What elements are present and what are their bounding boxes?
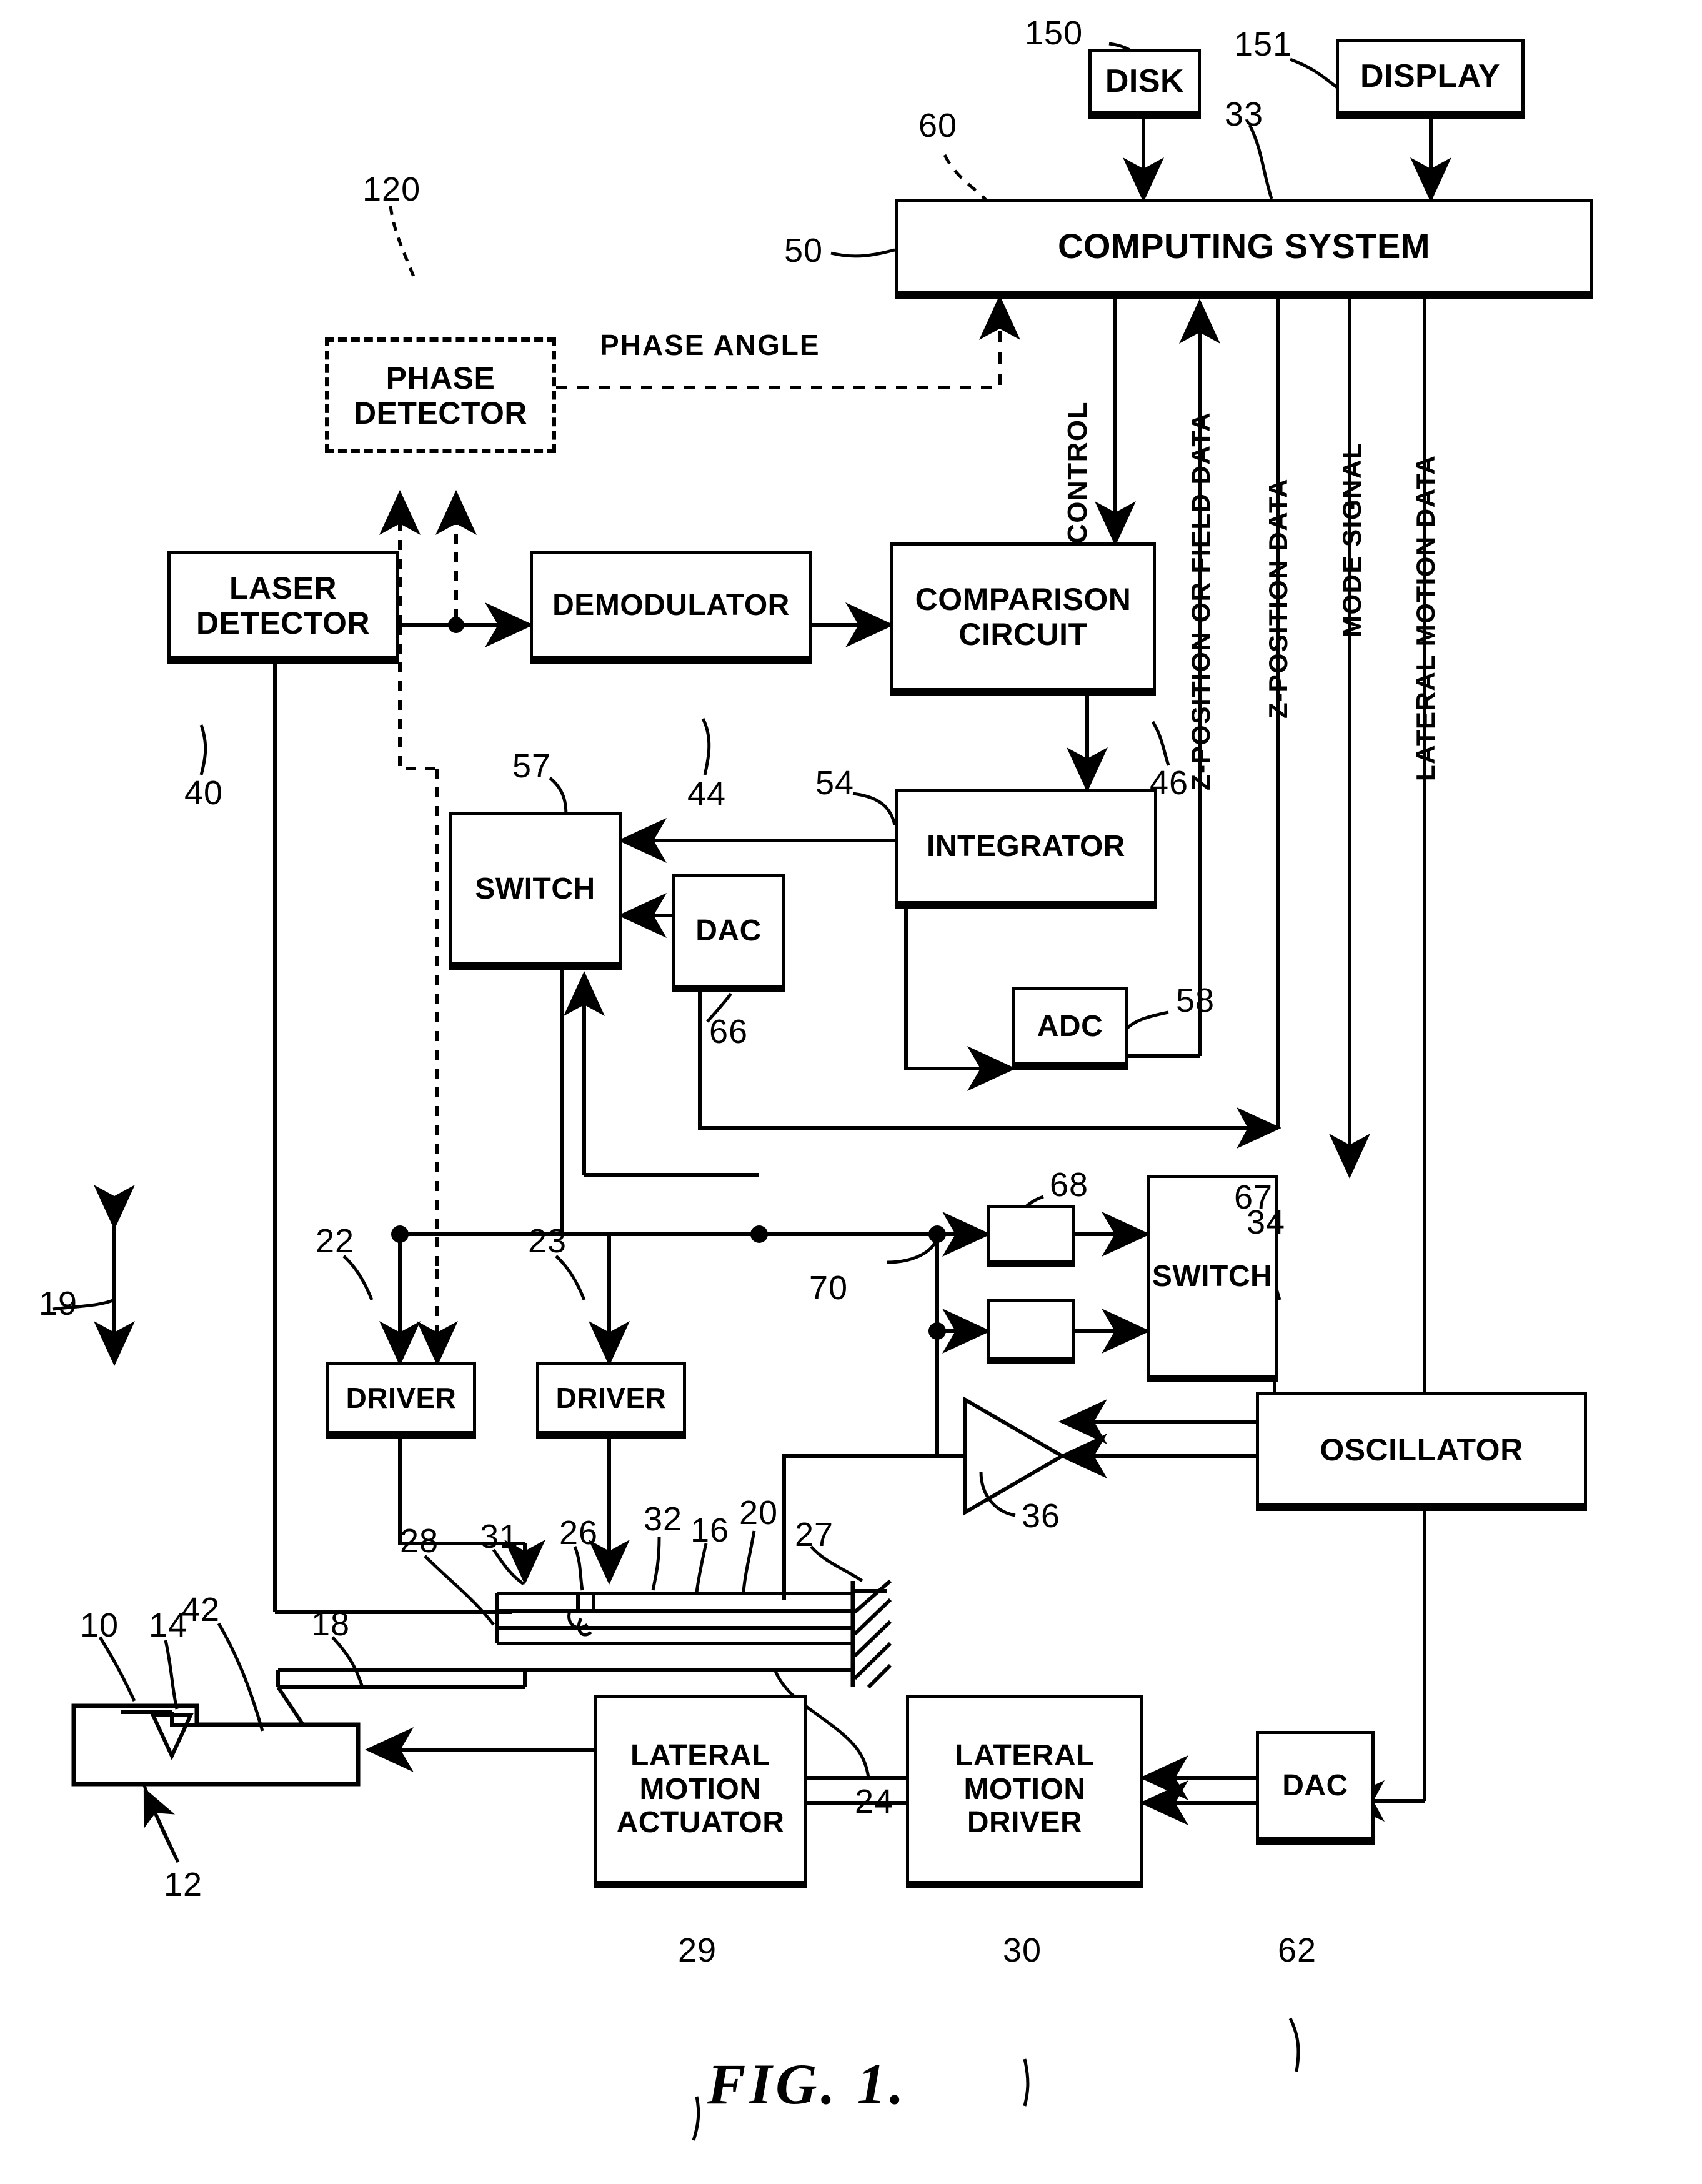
ref-18: 18 [311,1605,351,1643]
ref-68: 68 [1050,1166,1089,1204]
ref-29: 29 [678,1932,717,1969]
block-driver-23: DRIVER [536,1362,686,1439]
ref-22: 22 [316,1222,355,1260]
ref-57: 57 [512,747,552,785]
ref-12: 12 [164,1866,203,1903]
ref-46: 46 [1150,764,1189,802]
block-comparison-circuit: COMPARISON CIRCUIT [890,542,1156,696]
block-adc-58: ADC [1012,987,1128,1070]
block-lateral-motion-driver: LATERAL MOTION DRIVER [906,1695,1143,1888]
label-phase-angle: PHASE ANGLE [600,329,820,361]
block-laser-detector-line2: DETECTOR [196,605,371,641]
block-lma-line2: MOTION [639,1772,762,1806]
block-oscillator-label: OSCILLATOR [1320,1432,1523,1467]
block-68 [987,1205,1075,1267]
block-demodulator-label: DEMODULATOR [552,588,790,622]
figure-caption: FIG. 1. [707,2052,908,2116]
block-phase-detector-line2: DETECTOR [353,395,528,431]
block-dac-66-label: DAC [695,914,762,947]
ref-150: 150 [1025,14,1083,52]
block-lmd-line3: DRIVER [967,1806,1083,1840]
ref-58: 58 [1176,982,1215,1019]
ref-20: 20 [739,1494,779,1532]
block-laser-detector-line1: LASER [229,570,337,606]
ref-62: 62 [1278,1932,1317,1969]
ref-27: 27 [795,1516,834,1553]
block-disk-label: DISK [1105,63,1185,100]
label-control: CONTROL [1062,401,1093,544]
ref-54: 54 [815,764,855,802]
block-phase-detector-line1: PHASE [386,360,495,396]
ref-36: 36 [1022,1497,1061,1535]
wiring-diagram [52,42,1451,2141]
block-adc-58-label: ADC [1037,1009,1103,1043]
label-lateral-motion-data: LATERAL MOTION DATA [1411,454,1440,781]
block-driver-22: DRIVER [326,1362,476,1439]
ref-16: 16 [690,1512,730,1549]
ref-24: 24 [855,1783,894,1820]
ref-151: 151 [1234,26,1293,63]
block-switch-57-label: SWITCH [475,872,595,905]
block-70 [987,1299,1075,1364]
block-disk: DISK [1088,49,1201,119]
block-demodulator: DEMODULATOR [530,551,812,664]
block-dac-66: DAC [672,874,785,992]
ref-60: 60 [918,107,958,144]
block-integrator-label: INTEGRATOR [927,829,1125,863]
ref-31: 31 [480,1518,519,1555]
ref-66: 66 [709,1013,749,1050]
block-lmd-line2: MOTION [963,1772,1086,1806]
ref-70: 70 [809,1269,849,1307]
ref-26: 26 [559,1514,599,1552]
block-lmd-line1: LATERAL [955,1738,1095,1772]
block-computing-system-label: COMPUTING SYSTEM [1057,226,1431,266]
block-display-label: DISPLAY [1360,58,1501,95]
block-dac-62-label: DAC [1282,1768,1348,1802]
block-driver-23-label: DRIVER [555,1381,667,1414]
block-laser-detector: LASER DETECTOR [167,551,399,664]
block-switch-67-label: SWITCH [1152,1259,1273,1293]
block-integrator: INTEGRATOR [895,789,1157,909]
block-driver-22-label: DRIVER [346,1381,457,1414]
ref-40: 40 [184,774,224,812]
block-comparison-circuit-line2: CIRCUIT [958,617,1088,652]
ref-10: 10 [80,1607,119,1644]
label-mode-signal: MODE SIGNAL [1337,442,1366,637]
ref-120: 120 [362,171,421,208]
ref-28: 28 [400,1522,439,1560]
block-oscillator: OSCILLATOR [1256,1392,1587,1511]
block-switch-57: SWITCH [449,812,622,970]
block-display: DISPLAY [1336,39,1525,119]
block-lma-line1: LATERAL [630,1738,770,1772]
block-lateral-motion-actuator: LATERAL MOTION ACTUATOR [594,1695,807,1888]
block-lma-line3: ACTUATOR [616,1806,785,1840]
ref-32: 32 [644,1500,683,1538]
ref-44: 44 [687,775,727,813]
block-phase-detector: PHASE DETECTOR [325,337,556,453]
ref-34: 34 [1247,1204,1286,1241]
label-z-position-data: Z-POSITION DATA [1263,478,1293,719]
patent-figure-canvas: DISK DISPLAY COMPUTING SYSTEM PHASE DETE… [0,0,1702,2184]
ref-19: 19 [39,1285,78,1322]
block-comparison-circuit-line1: COMPARISON [915,582,1132,617]
ref-33: 33 [1225,96,1264,133]
ref-50: 50 [784,232,824,269]
ref-30: 30 [1003,1932,1042,1969]
block-dac-62: DAC [1256,1731,1375,1845]
ref-14: 14 [149,1607,188,1644]
ref-23: 23 [528,1222,567,1260]
block-computing-system: COMPUTING SYSTEM [895,199,1593,299]
label-z-position-or-field-data: Z-POSITION OR FIELD DATA [1186,411,1215,790]
